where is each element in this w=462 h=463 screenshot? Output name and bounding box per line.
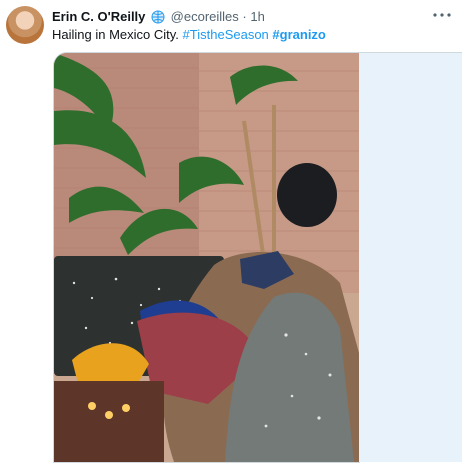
hashtag-granizo[interactable]: #granizo	[272, 27, 325, 42]
separator-dot: ·	[242, 9, 247, 24]
tweet[interactable]: Erin C. O'Reilly @ecoreilles · 1h Hailin…	[0, 0, 462, 463]
tweet-text: Hailing in Mexico City. #TistheSeason #g…	[52, 26, 326, 44]
author-name[interactable]: Erin C. O'Reilly	[52, 9, 145, 24]
media-side-panel	[359, 52, 462, 462]
tweet-header: Erin C. O'Reilly @ecoreilles · 1h	[52, 8, 422, 26]
tweet-time[interactable]: 1h	[250, 9, 264, 24]
hashtag-tistheseason[interactable]: #TistheSeason	[183, 27, 269, 42]
tweet-media[interactable]	[53, 52, 360, 463]
author-handle[interactable]: @ecoreilles	[171, 9, 239, 24]
media-photo	[54, 53, 359, 462]
tweet-text-prefix: Hailing in Mexico City.	[52, 27, 179, 42]
avatar[interactable]	[6, 6, 44, 44]
more-icon[interactable]	[430, 6, 454, 24]
